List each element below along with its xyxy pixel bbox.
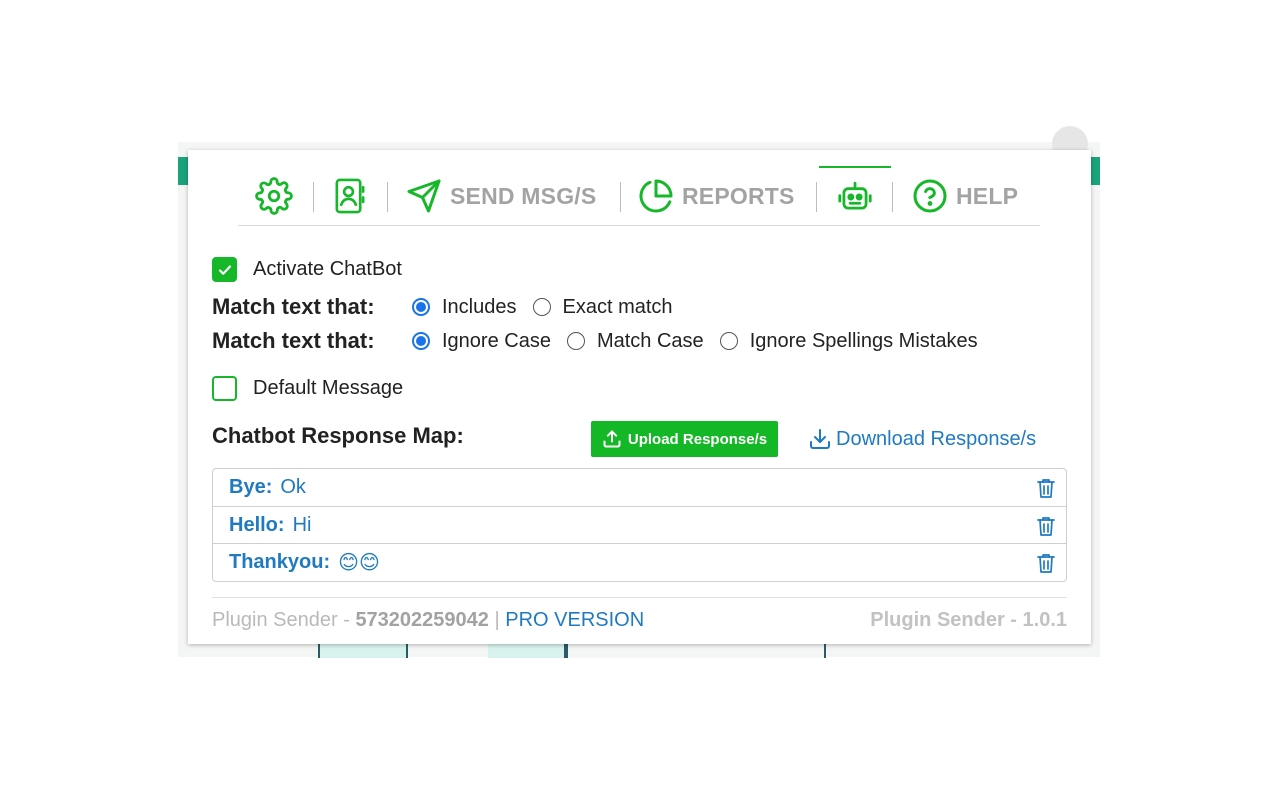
default-message-row: Default Message xyxy=(212,376,403,401)
download-icon xyxy=(810,429,830,449)
ignore-spelling-radio[interactable] xyxy=(719,332,738,350)
list-item[interactable]: Hello: Hi xyxy=(213,506,1066,543)
tab-reports-label: REPORTS xyxy=(682,182,795,209)
match-case-label[interactable]: Match Case xyxy=(597,330,704,353)
default-message-checkbox[interactable] xyxy=(212,376,237,401)
response-key: Thankyou: xyxy=(229,550,331,573)
match-exact-label[interactable]: Exact match xyxy=(563,296,673,319)
ignore-spelling-label[interactable]: Ignore Spellings Mistakes xyxy=(750,330,978,353)
match-case-radio[interactable] xyxy=(566,332,585,350)
activate-chatbot-checkbox[interactable] xyxy=(212,257,237,282)
upload-icon xyxy=(603,430,621,448)
ignore-case-label[interactable]: Ignore Case xyxy=(442,330,551,353)
response-value: Hi xyxy=(292,513,312,536)
match-exact-radio[interactable] xyxy=(532,298,551,316)
match-includes-label[interactable]: Includes xyxy=(442,296,517,319)
tab-separator xyxy=(313,182,314,212)
ignore-case-radio[interactable] xyxy=(412,332,430,350)
tab-separator xyxy=(387,182,388,212)
tab-bar: SEND MSG/S REPORTS HELP xyxy=(238,166,1040,226)
pro-version-link[interactable]: PRO VERSION xyxy=(505,609,644,631)
gear-icon xyxy=(255,177,293,215)
match-mode-title: Match text that: xyxy=(212,294,375,319)
response-value: 😊😊 xyxy=(338,551,380,574)
default-message-label: Default Message xyxy=(253,377,404,399)
footer-info: Plugin Sender - 573202259042 | PRO VERSI… xyxy=(212,609,644,632)
paper-plane-icon xyxy=(407,179,441,213)
response-map-title: Chatbot Response Map: xyxy=(212,423,464,448)
response-map-list: Bye: Ok Hello: Hi Thankyou: 😊😊 xyxy=(212,468,1067,582)
match-mode-row: Match text that: Includes Exact match xyxy=(212,294,689,320)
case-mode-title: Match text that: xyxy=(212,328,375,353)
tab-settings[interactable] xyxy=(255,166,293,226)
footer-divider-bar: | xyxy=(494,609,500,631)
robot-icon xyxy=(838,181,872,210)
tab-chatbot[interactable] xyxy=(819,166,891,226)
case-mode-row: Match text that: Ignore Case Match Case … xyxy=(212,328,994,354)
tab-reports[interactable]: REPORTS xyxy=(638,166,795,226)
response-map-header: Chatbot Response Map: xyxy=(212,423,464,449)
activate-chatbot-row: Activate ChatBot xyxy=(212,257,402,282)
footer-number: 573202259042 xyxy=(355,609,489,631)
trash-icon[interactable] xyxy=(1036,552,1056,574)
tab-send-label: SEND MSG/S xyxy=(450,182,597,209)
pie-chart-icon xyxy=(639,179,673,213)
chatbot-popup: SEND MSG/S REPORTS HELP Activate ChatBot… xyxy=(188,150,1091,644)
trash-icon[interactable] xyxy=(1036,477,1056,499)
response-key: Hello: xyxy=(229,513,285,536)
tab-send-messages[interactable]: SEND MSG/S xyxy=(406,166,596,226)
activate-chatbot-label: Activate ChatBot xyxy=(253,258,402,280)
response-key: Bye: xyxy=(229,476,273,498)
upload-responses-button[interactable]: Upload Response/s xyxy=(591,421,778,457)
list-item[interactable]: Bye: Ok xyxy=(213,469,1066,506)
download-responses-label: Download Response/s xyxy=(836,427,1037,450)
upload-responses-label: Upload Response/s xyxy=(627,430,768,448)
tab-separator xyxy=(620,182,621,212)
tab-separator xyxy=(892,182,893,212)
response-value: Ok xyxy=(280,476,306,498)
footer-divider xyxy=(212,597,1067,598)
question-circle-icon xyxy=(913,179,947,213)
checkmark-icon xyxy=(218,264,231,275)
contact-card-icon xyxy=(335,178,365,214)
tab-contacts[interactable] xyxy=(332,166,368,226)
footer-brand: Plugin Sender - xyxy=(212,609,350,631)
trash-icon[interactable] xyxy=(1036,515,1056,537)
tab-help[interactable]: HELP xyxy=(912,166,1018,226)
list-item[interactable]: Thankyou: 😊😊 xyxy=(213,543,1066,580)
tab-separator xyxy=(816,182,817,212)
tab-help-label: HELP xyxy=(956,182,1019,209)
download-responses-link[interactable]: Download Response/s xyxy=(808,427,1036,451)
match-includes-radio[interactable] xyxy=(412,298,430,316)
version-label: Plugin Sender - 1.0.1 xyxy=(870,609,1067,631)
